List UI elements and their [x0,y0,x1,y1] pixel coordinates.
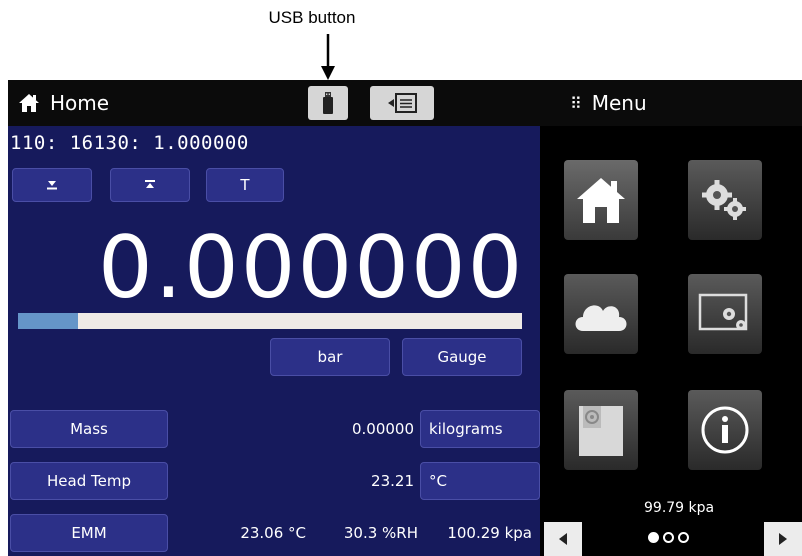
menu-storage-tile[interactable] [564,390,638,470]
device-screen: Home ⠿ Menu 110: 16130: 1.000000 T 0.000… [8,80,802,556]
zero-icon [47,181,57,190]
unit-button[interactable]: bar [270,338,390,376]
mass-value: 0.00000 [351,420,414,438]
mass-button[interactable]: Mass [10,410,168,448]
chevron-right-icon [779,533,787,545]
callout-arrow-icon [321,34,335,80]
menu-display-settings-tile[interactable] [688,274,762,354]
gears-icon [702,180,746,220]
head-temp-button[interactable]: Head Temp [10,462,168,500]
pressure-reading: 0.000000 [98,218,525,318]
menu-info-tile[interactable] [688,390,762,470]
mass-unit-button[interactable]: kilograms [420,410,540,448]
tare-icon [145,180,155,188]
emm-temp: 23.06 °C [240,524,306,542]
page-prev-button[interactable] [544,522,582,556]
usb-button[interactable] [308,86,348,120]
usb-icon [323,92,333,114]
zero-button[interactable] [12,168,92,202]
emm-pressure: 100.29 kpa [447,524,532,542]
panel-toggle-button[interactable] [370,86,434,120]
usb-callout-label: USB button [268,8,356,27]
mode-button[interactable]: Gauge [402,338,522,376]
menu-home-tile[interactable] [564,160,638,240]
menu-header[interactable]: ⠿ Menu [570,88,647,118]
sidebar-pressure: 99.79 kpa [644,500,715,516]
cloud-icon [575,305,627,331]
screen-settings-icon [698,293,748,331]
page-next-button[interactable] [764,522,802,556]
top-bar: Home ⠿ Menu [8,80,802,126]
emm-humidity: 30.3 %RH [343,524,418,542]
home-tab[interactable]: Home [18,88,109,118]
home-icon [577,178,625,223]
head-temp-value: 23.21 [371,472,414,490]
range-bar [18,313,522,329]
range-bar-fill [18,313,79,329]
channel-readout: 110: 16130: 1.000000 [10,132,249,154]
page-dot[interactable] [663,532,674,543]
emm-button[interactable]: EMM [10,514,168,552]
page-indicator [648,532,689,543]
chevron-left-icon [559,533,567,545]
menu-sidebar: 99.79 kpa [540,126,802,556]
head-temp-unit-button[interactable]: °C [420,462,540,500]
t-button[interactable]: T [206,168,284,202]
menu-label: Menu [591,91,647,115]
home-icon [19,94,39,112]
menu-settings-tile[interactable] [688,160,762,240]
storage-icon [579,406,623,456]
tare-button[interactable] [110,168,190,202]
home-label: Home [50,91,110,115]
home-panel: 110: 16130: 1.000000 T 0.000000 bar Gaug… [8,126,540,556]
page-dot[interactable] [678,532,689,543]
page-dot[interactable] [648,532,659,543]
info-icon [701,406,749,454]
menu-cloud-tile[interactable] [564,274,638,354]
menu-dots-icon: ⠿ [570,93,582,113]
panel-icon [388,93,417,113]
